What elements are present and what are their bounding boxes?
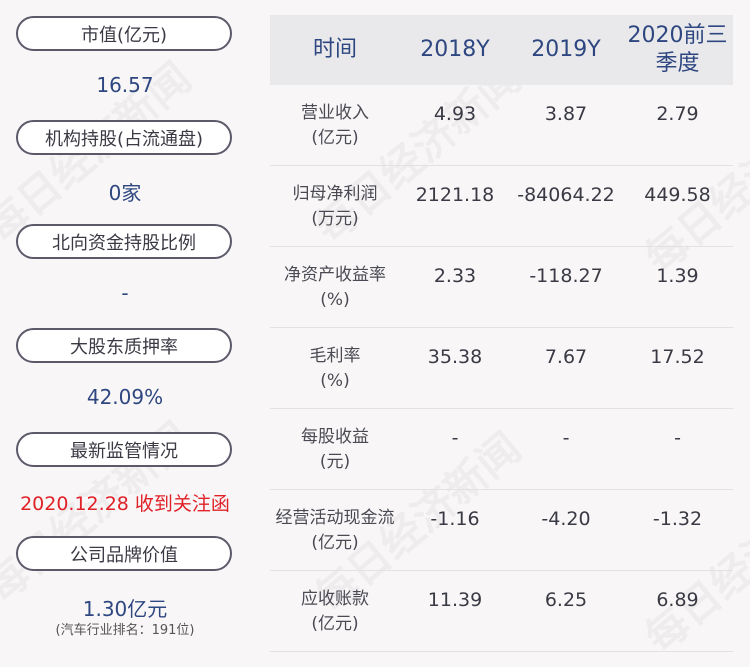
cell-2020q3: 6.89 — [656, 589, 699, 611]
row-label: 毛利率 (%) — [309, 346, 361, 391]
northbound-holding-label: 北向资金持股比例 — [16, 224, 232, 259]
brand-value-rank: (汽车行业排名：191位) — [55, 623, 195, 638]
table-row: 营业收入 (亿元) 4.93 3.87 2.79 — [270, 85, 733, 166]
cell-2019: -84064.22 — [517, 184, 615, 206]
institutional-holding-value: 0家 — [108, 181, 142, 205]
cell-2018: 4.93 — [433, 103, 477, 125]
cell-2020q3: - — [674, 427, 681, 449]
market-cap-label: 市值(亿元) — [16, 16, 232, 51]
row-label: 归母净利润 (万元) — [292, 184, 378, 229]
row-label: 每股收益 (元) — [301, 427, 369, 472]
cell-2019: -118.27 — [529, 265, 603, 287]
cell-2018: -1.16 — [430, 508, 480, 530]
market-cap-value: 16.57 — [96, 73, 154, 97]
regulatory-status-label: 最新监管情况 — [16, 432, 232, 467]
pledge-rate-label: 大股东质押率 — [16, 328, 232, 363]
cell-2019: - — [562, 427, 570, 449]
cell-2018: 35.38 — [427, 346, 483, 368]
header-2020q3: 2020前三季度 — [627, 23, 728, 76]
cell-2018: 11.39 — [427, 589, 483, 611]
table-row: 净资产收益率 (%) 2.33 -118.27 1.39 — [270, 247, 733, 328]
table-header: 时间 2018Y 2019Y 2020前三季度 — [270, 15, 733, 85]
cell-2020q3: 1.39 — [656, 265, 699, 287]
cell-2020q3: -1.32 — [652, 508, 703, 530]
company-summary-panel: 市值(亿元) 16.57 机构持股(占流通盘) 0家 北向资金持股比例 - 大股… — [0, 0, 250, 667]
northbound-holding-value: - — [121, 281, 129, 305]
institutional-holding-label: 机构持股(占流通盘) — [16, 120, 232, 155]
cell-2019: 6.25 — [544, 589, 588, 611]
cell-2019: 7.67 — [544, 346, 588, 368]
row-label: 营业收入 (亿元) — [301, 103, 369, 148]
cell-2019: 3.87 — [544, 103, 588, 125]
cell-2019: -4.20 — [541, 508, 591, 530]
pledge-rate-value: 42.09% — [86, 385, 164, 409]
header-2019: 2019Y — [531, 37, 601, 62]
cell-2018: - — [451, 427, 459, 449]
table-row: 应收账款 (亿元) 11.39 6.25 6.89 — [270, 571, 733, 652]
row-label: 经营活动现金流 (亿元) — [275, 508, 395, 553]
cell-2020q3: 17.52 — [650, 346, 705, 368]
brand-value-value: 1.30亿元 — [82, 597, 168, 621]
header-period: 时间 — [312, 37, 357, 62]
row-label: 净资产收益率 (%) — [284, 265, 386, 310]
table-row: 归母净利润 (万元) 2121.18 -84064.22 449.58 — [270, 166, 733, 247]
brand-value-label: 公司品牌价值 — [16, 536, 232, 571]
financial-table: 时间 2018Y 2019Y 2020前三季度 营业收入 (亿元) 4.93 3.… — [270, 15, 733, 652]
cell-2018: 2121.18 — [415, 184, 495, 206]
cell-2018: 2.33 — [433, 265, 477, 287]
row-label: 应收账款 (亿元) — [301, 589, 369, 634]
table-row: 经营活动现金流 (亿元) -1.16 -4.20 -1.32 — [270, 490, 733, 571]
regulatory-status-value: 2020.12.28 收到关注函 — [20, 493, 230, 515]
cell-2020q3: 449.58 — [644, 184, 711, 206]
table-row: 每股收益 (元) - - - — [270, 409, 733, 490]
cell-2020q3: 2.79 — [656, 103, 699, 125]
header-2018: 2018Y — [420, 37, 490, 62]
table-row: 毛利率 (%) 35.38 7.67 17.52 — [270, 328, 733, 409]
